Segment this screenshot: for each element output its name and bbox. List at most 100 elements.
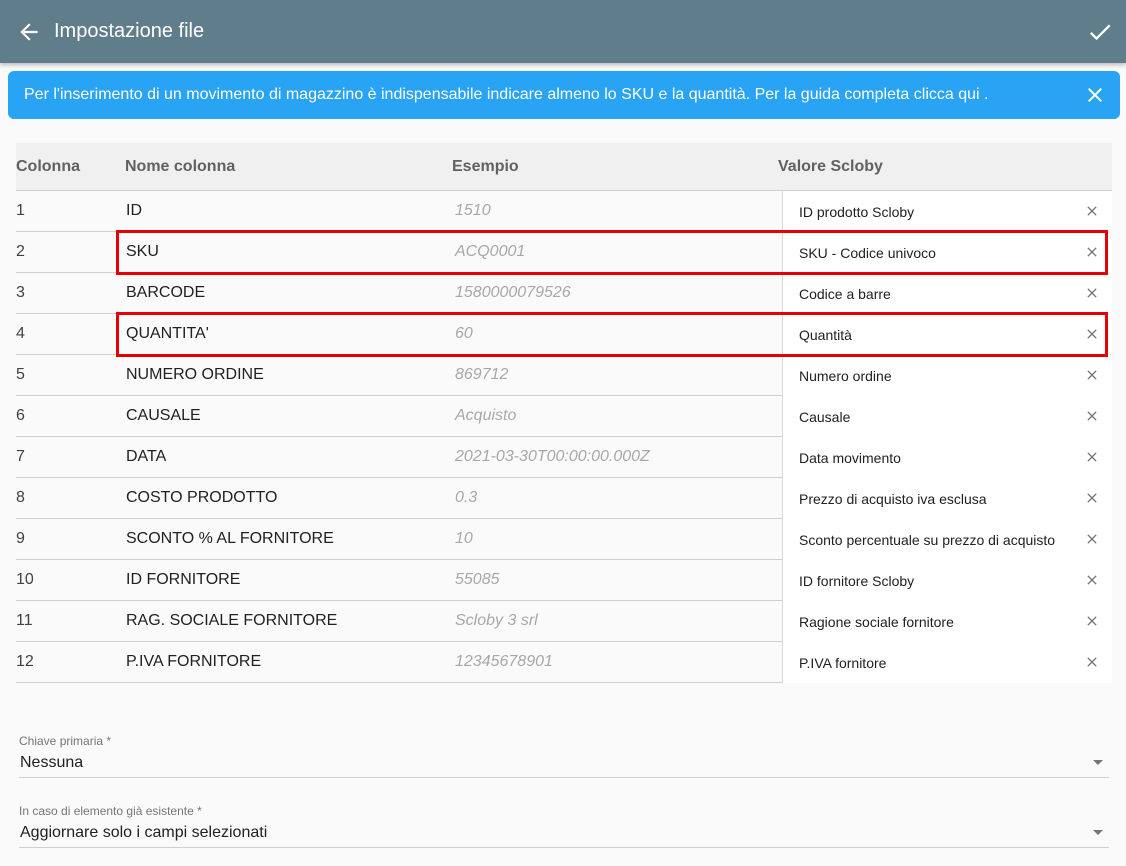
row-column-name: COSTO PRODOTTO [126, 489, 278, 506]
check-icon[interactable] [1086, 18, 1114, 46]
scloby-value-field[interactable]: Numero ordine [782, 355, 1112, 396]
row-example: 1510 [455, 202, 491, 219]
column-mapping-table: Colonna Nome colonna Esempio Valore Sclo… [16, 143, 1112, 683]
table-row: 2 SKU ACQ0001 SKU - Codice univoco [16, 232, 1112, 273]
scloby-value-text[interactable]: SKU - Codice univoco [799, 245, 936, 261]
row-column-name: ID [126, 202, 142, 219]
field-underline [19, 777, 1109, 778]
row-example: 55085 [455, 571, 500, 588]
scloby-value-field[interactable]: ID prodotto Scloby [782, 191, 1112, 232]
header-scloby-value: Valore Scloby [778, 158, 883, 175]
row-number: 12 [16, 653, 34, 670]
row-number: 8 [16, 489, 25, 506]
table-header: Colonna Nome colonna Esempio Valore Sclo… [16, 143, 1112, 191]
scloby-value-field[interactable]: SKU - Codice univoco [782, 232, 1112, 273]
row-example: Scloby 3 srl [455, 612, 538, 629]
existing-item-label: In caso di elemento già esistente * [19, 804, 202, 818]
close-icon[interactable] [1084, 367, 1100, 383]
field-underline [19, 847, 1109, 848]
row-column-name: NUMERO ORDINE [126, 366, 264, 383]
close-icon[interactable] [1084, 244, 1100, 260]
scloby-value-field[interactable]: Causale [782, 396, 1112, 437]
table-row: 4 QUANTITA' 60 Quantità [16, 314, 1112, 355]
row-example: ACQ0001 [455, 243, 526, 260]
close-icon[interactable] [1084, 285, 1100, 301]
row-number: 5 [16, 366, 25, 383]
row-number: 4 [16, 325, 25, 342]
scloby-value-text[interactable]: Quantità [799, 327, 852, 343]
row-example: 869712 [455, 366, 509, 383]
header-column: Colonna [16, 158, 80, 175]
scloby-value-field[interactable]: Quantità [782, 314, 1112, 355]
row-number: 2 [16, 243, 25, 260]
close-icon[interactable] [1084, 572, 1100, 588]
row-number: 7 [16, 448, 25, 465]
scloby-value-text[interactable]: ID fornitore Scloby [799, 573, 914, 589]
scloby-value-field[interactable]: P.IVA fornitore [782, 642, 1112, 683]
table-row: 12 P.IVA FORNITORE 12345678901 P.IVA fornit… [16, 642, 1112, 683]
row-example: 60 [455, 325, 473, 342]
scloby-value-field[interactable]: Data movimento [782, 437, 1112, 478]
close-icon[interactable] [1084, 326, 1100, 342]
dropdown-arrow-icon[interactable] [1093, 760, 1103, 765]
row-example: 0.3 [455, 489, 478, 506]
row-column-name: SKU [126, 243, 159, 260]
table-row: 7 DATA 2021-03-30T00:00:00.000Z Data movime… [16, 437, 1112, 478]
close-icon[interactable] [1084, 654, 1100, 670]
row-column-name: SCONTO % AL FORNITORE [126, 530, 334, 547]
table-row: 1 ID 1510 ID prodotto Scloby [16, 191, 1112, 232]
row-example: 12345678901 [455, 653, 553, 670]
table-row: 10 ID FORNITORE 55085 ID fornitore Scloby [16, 560, 1112, 601]
row-column-name: QUANTITA' [126, 325, 209, 342]
primary-key-label: Chiave primaria * [19, 734, 112, 748]
scloby-value-text[interactable]: ID prodotto Scloby [799, 204, 914, 220]
row-number: 11 [16, 612, 33, 629]
scloby-value-field[interactable]: Sconto percentuale su prezzo di acquisto [782, 519, 1112, 560]
row-column-name: BARCODE [126, 284, 206, 301]
primary-key-value[interactable]: Nessuna [20, 754, 83, 772]
close-icon[interactable] [1084, 531, 1100, 547]
banner-message[interactable]: Per l'inserimento di un movimento di mag… [24, 86, 988, 104]
close-icon[interactable] [1084, 449, 1100, 465]
scloby-value-text[interactable]: Causale [799, 409, 850, 425]
page-title: Impostazione file [54, 20, 205, 42]
close-icon[interactable] [1084, 203, 1100, 219]
row-number: 3 [16, 284, 25, 301]
scloby-value-text[interactable]: Numero ordine [799, 368, 892, 384]
table-body: 1 ID 1510 ID prodotto Scloby 2 SKU ACQ0001 SKU … [16, 191, 1112, 683]
scloby-value-field[interactable]: Codice a barre [782, 273, 1112, 314]
close-icon[interactable] [1083, 83, 1107, 107]
scloby-value-text[interactable]: Sconto percentuale su prezzo di acquisto [799, 532, 1055, 548]
scloby-value-text[interactable]: Prezzo di acquisto iva esclusa [799, 491, 987, 507]
scloby-value-text[interactable]: P.IVA fornitore [799, 655, 886, 671]
row-example: 2021-03-30T00:00:00.000Z [455, 448, 650, 465]
table-row: 11 RAG. SOCIALE FORNITORE Scloby 3 srl Ragi… [16, 601, 1112, 642]
table-row: 6 CAUSALE Acquisto Causale [16, 396, 1112, 437]
table-row: 3 BARCODE 1580000079526 Codice a barre [16, 273, 1112, 314]
table-row: 5 NUMERO ORDINE 869712 Numero ordine [16, 355, 1112, 396]
arrow-left-icon[interactable] [16, 19, 42, 45]
close-icon[interactable] [1084, 613, 1100, 629]
row-column-name: ID FORNITORE [126, 571, 241, 588]
scloby-value-text[interactable]: Data movimento [799, 450, 901, 466]
table-row: 8 COSTO PRODOTTO 0.3 Prezzo di acquisto iva… [16, 478, 1112, 519]
row-column-name: P.IVA FORNITORE [126, 653, 262, 670]
scloby-value-field[interactable]: Ragione sociale fornitore [782, 601, 1112, 642]
close-icon[interactable] [1084, 408, 1100, 424]
header-column-name: Nome colonna [125, 158, 236, 175]
row-column-name: DATA [126, 448, 167, 465]
scloby-value-field[interactable]: Prezzo di acquisto iva esclusa [782, 478, 1112, 519]
row-example: 1580000079526 [455, 284, 571, 301]
row-number: 6 [16, 407, 25, 424]
row-column-name: CAUSALE [126, 407, 201, 424]
row-number: 1 [16, 202, 25, 219]
existing-item-value[interactable]: Aggiornare solo i campi selezionati [20, 824, 267, 842]
app-header: Impostazione file [0, 0, 1126, 63]
scloby-value-text[interactable]: Codice a barre [799, 286, 891, 302]
row-example: Acquisto [455, 407, 517, 424]
scloby-value-field[interactable]: ID fornitore Scloby [782, 560, 1112, 601]
close-icon[interactable] [1084, 490, 1100, 506]
dropdown-arrow-icon[interactable] [1093, 830, 1103, 835]
scloby-value-text[interactable]: Ragione sociale fornitore [799, 614, 954, 630]
info-banner: Per l'inserimento di un movimento di mag… [8, 71, 1120, 119]
